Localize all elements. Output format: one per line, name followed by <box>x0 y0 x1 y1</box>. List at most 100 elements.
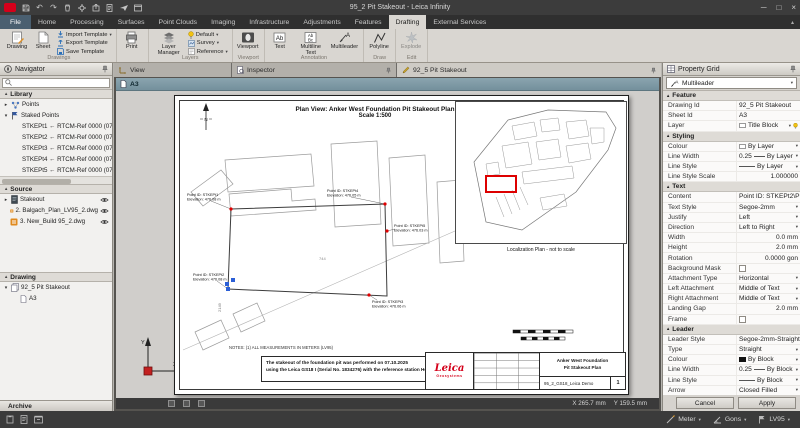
pin-icon[interactable] <box>790 65 796 73</box>
visibility-eye-icon[interactable] <box>100 208 109 214</box>
chevron-down-icon[interactable]: ▾ <box>225 49 227 55</box>
entity-type-selector[interactable]: A Multileader ▾ <box>663 76 800 90</box>
point-label-id[interactable]: Point ID: STKEPt5 <box>394 224 425 228</box>
point-label-id[interactable]: Point ID: STKEPt2 <box>193 273 224 277</box>
prop-value[interactable]: Segoe-2mm-Straight▾ <box>736 335 800 344</box>
tab-processing[interactable]: Processing <box>63 15 111 29</box>
layer-select-dropdown[interactable]: Default▾ <box>188 31 228 39</box>
bulb-icon[interactable] <box>793 122 798 130</box>
point-label-elev[interactable]: Elevation: 476.08 m <box>187 198 221 202</box>
tab-surfaces[interactable]: Surfaces <box>111 15 152 29</box>
section-styling[interactable]: ▴Styling <box>663 132 800 142</box>
section-text[interactable]: ▴Text <box>663 182 800 192</box>
import-template-button[interactable]: Import Template▾ <box>57 31 112 39</box>
expander-icon[interactable]: ▸ <box>3 102 9 108</box>
ucs-origin-marker[interactable] <box>144 367 152 375</box>
delete-icon[interactable] <box>63 3 72 12</box>
prop-value[interactable]: 0.0000 gon <box>736 253 800 262</box>
tree-item-a3[interactable]: A3 <box>0 293 112 304</box>
chevron-down-icon[interactable]: ▾ <box>796 347 798 353</box>
text-button[interactable]: Ab Text <box>268 30 292 52</box>
prop-value[interactable]: Point ID: STKEPt2\PEleva <box>736 192 800 201</box>
window-layout-icon[interactable] <box>133 3 142 12</box>
tree-item-stkept4[interactable]: STKEPt4 ← RTCM-Ref 0000 (07/10/ <box>0 154 112 165</box>
tree-item-stkept5[interactable]: STKEPt5 ← RTCM-Ref 0000 (07/10/ <box>0 165 112 176</box>
tab-point-clouds[interactable]: Point Clouds <box>152 15 205 29</box>
chevron-down-icon[interactable]: ▾ <box>744 417 746 423</box>
ribbon-collapse-icon[interactable]: ▴ <box>785 15 800 29</box>
polyline-button[interactable]: Polyline <box>367 30 391 52</box>
point-label-id[interactable]: Point ID: STKEPt4 <box>327 189 358 193</box>
point-label-id[interactable]: Point ID: STKEPt3 <box>372 300 403 304</box>
chevron-down-icon[interactable]: ▾ <box>796 286 798 292</box>
tree-item-staked-points[interactable]: ▾ Staked Points <box>0 110 112 121</box>
prop-value[interactable]: Middle of Text▾ <box>736 284 800 293</box>
horizontal-scrollbar[interactable] <box>0 176 112 184</box>
expander-icon[interactable]: ▾ <box>3 285 9 291</box>
stake-point[interactable] <box>229 207 232 210</box>
viewport-button[interactable]: Viewport <box>236 30 260 52</box>
tree-item-dwg1[interactable]: 2. Balgach_Plan_LV95_2.dwg <box>0 205 112 216</box>
expander-icon[interactable]: ▾ <box>3 113 9 119</box>
prop-value[interactable]: By Block▾ <box>736 376 800 385</box>
point-label-id[interactable]: Point ID: STKEPt1 <box>187 193 218 197</box>
chevron-down-icon[interactable]: ▾ <box>796 377 798 383</box>
prop-value[interactable]: Left to Right▾ <box>736 223 800 232</box>
prop-value[interactable]: Horizontal▾ <box>736 274 800 283</box>
view-tool-icon[interactable] <box>183 400 190 407</box>
section-library[interactable]: ▴Library <box>0 89 112 99</box>
tab-adjustments[interactable]: Adjustments <box>296 15 347 29</box>
pit-outline[interactable] <box>228 204 387 296</box>
visibility-eye-icon[interactable] <box>100 197 109 203</box>
multiline-text-button[interactable]: AbBc Multiline Text <box>294 30 328 58</box>
save-icon[interactable] <box>21 3 30 12</box>
point-label-elev[interactable]: Elevation: 476.08 m <box>193 278 227 282</box>
chevron-down-icon[interactable]: ▾ <box>796 224 798 230</box>
archive-bar[interactable]: Archive <box>0 400 112 411</box>
maximize-button[interactable]: □ <box>776 3 781 12</box>
section-source[interactable]: ▴Source <box>0 184 112 194</box>
send-icon[interactable] <box>119 3 128 12</box>
chevron-down-icon[interactable]: ▾ <box>796 153 798 159</box>
prop-value[interactable]: 0.25By Layer▾ <box>736 152 800 161</box>
point-label-elev[interactable]: Elevation: 476.05 m <box>327 194 361 198</box>
prop-value[interactable]: By Layer▾ <box>736 142 800 151</box>
chevron-down-icon[interactable]: ▾ <box>796 214 798 220</box>
prop-value[interactable]: 0.0 mm <box>736 233 800 242</box>
prop-value[interactable]: Closed Filled▾ <box>736 386 800 395</box>
tree-item-dwg2[interactable]: 3. New_Build 95_2.dwg <box>0 216 112 227</box>
chevron-down-icon[interactable]: ▾ <box>791 80 793 86</box>
drawing-button[interactable]: Drawing <box>5 30 29 52</box>
chevron-down-icon[interactable]: ▾ <box>796 275 798 281</box>
tab-imaging[interactable]: Imaging <box>204 15 242 29</box>
selection-grip[interactable] <box>225 282 229 286</box>
tab-drafting[interactable]: Drafting <box>389 15 427 29</box>
chevron-down-icon[interactable]: ▾ <box>699 417 701 423</box>
a3-sheet[interactable]: N Plan View: Anker West Foundation Pit S… <box>174 95 629 395</box>
tab-home[interactable]: Home <box>31 15 63 29</box>
prop-value[interactable]: Segoe-2mm▾ <box>736 203 800 212</box>
tab-features[interactable]: Features <box>348 15 389 29</box>
tree-item-stakeout[interactable]: ▸ Stakeout <box>0 194 112 205</box>
undo-icon[interactable]: ↶ <box>35 3 44 12</box>
chevron-down-icon[interactable]: ▾ <box>796 204 798 210</box>
multileader-button[interactable]: A Multileader <box>330 30 359 52</box>
crs-selector[interactable]: LV95▾ <box>754 415 794 424</box>
visibility-eye-icon[interactable] <box>100 219 109 225</box>
chevron-down-icon[interactable]: ▾ <box>217 40 219 46</box>
report-icon[interactable] <box>105 3 114 12</box>
export-template-button[interactable]: Export Template <box>57 40 112 48</box>
drawing-canvas[interactable]: Y X N Plan View: Anker West Foundation P… <box>116 91 659 398</box>
stake-point[interactable] <box>383 202 386 205</box>
pin-icon[interactable] <box>651 67 656 74</box>
tree-item-points[interactable]: ▸ Points <box>0 99 112 110</box>
survey-layer-button[interactable]: Survey▾ <box>188 40 228 48</box>
chevron-down-icon[interactable]: ▾ <box>796 164 798 170</box>
chevron-down-icon[interactable]: ▾ <box>796 296 798 302</box>
view-tool-icon[interactable] <box>168 400 175 407</box>
tab-infrastructure[interactable]: Infrastructure <box>242 15 296 29</box>
chevron-down-icon[interactable]: ▾ <box>109 32 111 38</box>
chevron-down-icon[interactable]: ▾ <box>789 123 791 129</box>
prop-value[interactable]: Middle of Text▾ <box>736 294 800 303</box>
chevron-down-icon[interactable]: ▾ <box>216 32 218 38</box>
